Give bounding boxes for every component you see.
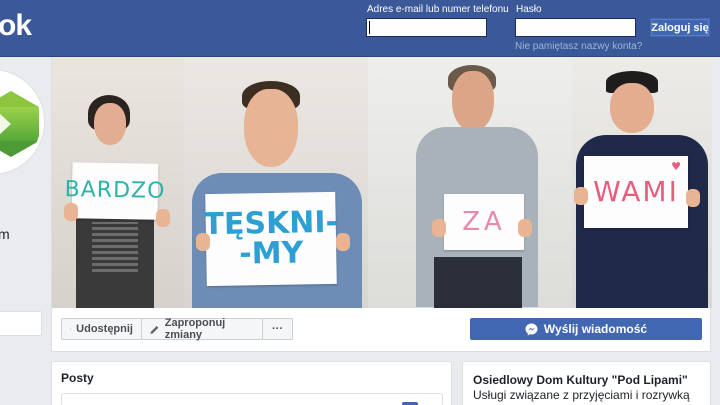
cover-photo[interactable]: BARDZO TĘSKNI- -MY ZA WAMI ♥ [52,57,712,308]
hand [432,219,446,237]
logo-hexagon-icon [0,91,39,107]
person-trousers [434,257,522,308]
about-card: Osiedlowy Dom Kultury "Pod Lipami" Usług… [462,361,711,405]
hand [574,187,588,205]
about-category[interactable]: Usługi związane z przyjęciami i rozrywką [473,388,703,403]
suggest-edits-button[interactable]: Zaproponuj zmiany [141,317,263,341]
sign-text: -MY [238,235,304,272]
more-options-label: ··· [272,323,283,335]
hand [518,219,532,237]
password-field[interactable] [515,18,636,37]
cover-photo-panel-3 [368,57,572,308]
pencil-icon [150,325,159,334]
hand [196,233,210,251]
forgot-account-link[interactable]: Nie pamiętasz nazwy konta? [515,41,642,52]
posts-heading: Posty [61,371,94,385]
posts-card: Posty [51,361,452,405]
send-message-label: Wyślij wiadomość [543,322,648,336]
sign-text: ZA [462,207,506,237]
messenger-icon [525,323,538,335]
sign-bardzo: BARDZO [64,162,166,220]
hand [156,209,170,227]
sign-teskni-my: TĘSKNI- -MY [203,191,338,287]
top-navigation-bar: ok Adres e-mail lub numer telefonu Hasło… [0,0,720,57]
logo-hexagon-bottom [0,141,39,157]
password-label: Hasło [516,4,542,15]
facebook-logo[interactable]: ok [0,9,32,43]
person-face [244,89,298,167]
hand [686,189,700,207]
post-item[interactable] [61,393,443,405]
striped-top [92,222,138,272]
email-field[interactable] [366,18,487,37]
hand [336,233,350,251]
about-page-name[interactable]: Osiedlowy Dom Kultury "Pod Lipami" [473,373,688,387]
person-face [610,83,654,133]
sign-text: BARDZO [64,177,166,204]
sign-za: ZA [444,194,524,250]
send-message-button[interactable]: Wyślij wiadomość [470,318,702,340]
text-caret [369,21,370,34]
sign-wami: WAMI ♥ [584,156,688,228]
cover-card: BARDZO TĘSKNI- -MY ZA WAMI ♥ Udostępnij … [51,57,712,352]
hand [64,203,78,221]
more-options-button[interactable]: ··· [262,318,293,340]
person-face [452,71,494,131]
email-label: Adres e-mail lub numer telefonu [367,4,509,15]
share-label: Udostępnij [76,323,133,335]
page: ok Adres e-mail lub numer telefonu Hasło… [0,0,720,405]
heart-icon: ♥ [671,160,683,173]
sign-text: WAMI [593,175,679,208]
suggest-edits-label: Zaproponuj zmiany [164,317,226,341]
share-icon [70,328,72,330]
person-face [94,103,126,145]
login-button[interactable]: Zaloguj się [650,18,710,37]
share-button[interactable]: Udostępnij [61,318,142,340]
logo-arrow-shape [0,113,11,135]
profile-picture[interactable] [0,70,44,174]
left-sidebar-button[interactable] [0,311,42,336]
page-name[interactable]: m [0,226,10,242]
